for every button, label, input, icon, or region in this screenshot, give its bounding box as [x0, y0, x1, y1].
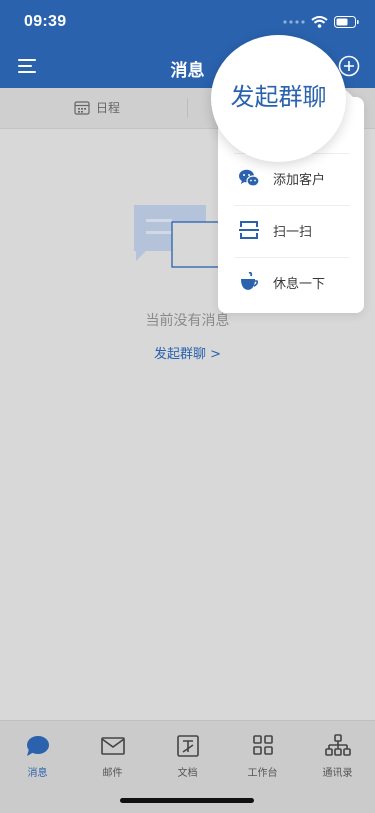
tab-label: 邮件: [102, 768, 123, 779]
popup-item-label: 扫一扫: [273, 225, 313, 240]
popup-item-label: 休息一下: [273, 277, 326, 292]
scan-icon: [239, 221, 259, 239]
battery-icon: [334, 16, 359, 28]
tab-mail[interactable]: 邮件: [75, 733, 150, 779]
empty-state-text: 当前没有消息: [145, 313, 230, 329]
popup-item-label: 添加客户: [273, 173, 326, 188]
tab-messages[interactable]: 消息: [0, 733, 75, 779]
wifi-icon: [311, 16, 328, 28]
document-icon: [176, 735, 199, 757]
mail-icon: [100, 737, 125, 755]
home-indicator: [120, 798, 254, 803]
tab-workbench[interactable]: 工作台: [225, 733, 300, 779]
magnifier-zoom-lens: 发起群聊: [211, 35, 346, 162]
tab-label: 通讯录: [322, 768, 353, 779]
status-time: 09:39: [24, 13, 67, 30]
signal-icon: [283, 20, 305, 24]
tab-label: 文档: [177, 768, 198, 779]
tab-documents[interactable]: 文档: [150, 733, 225, 779]
start-group-chat-link[interactable]: 发起群聊 >: [0, 343, 375, 362]
tab-label: 工作台: [247, 768, 278, 779]
empty-messages-illustration: [134, 205, 223, 268]
message-icon: [26, 736, 49, 756]
workbench-icon: [252, 735, 273, 755]
calendar-icon: [74, 101, 90, 115]
tab-contacts[interactable]: 通讯录: [300, 733, 375, 779]
schedule-label: 日程: [96, 101, 121, 115]
system-status-icons: [283, 13, 359, 31]
tab-label: 消息: [27, 768, 48, 779]
wechat-icon: [239, 169, 260, 187]
popup-item-scan[interactable]: 扫一扫: [218, 205, 364, 257]
contacts-icon: [324, 734, 351, 756]
magnified-menu-label: 发起群聊: [230, 83, 327, 111]
subbar-divider: [187, 98, 188, 118]
coffee-icon: [241, 271, 258, 290]
schedule-button[interactable]: 日程: [74, 99, 120, 116]
popup-item-take-a-break[interactable]: 休息一下: [218, 257, 364, 309]
